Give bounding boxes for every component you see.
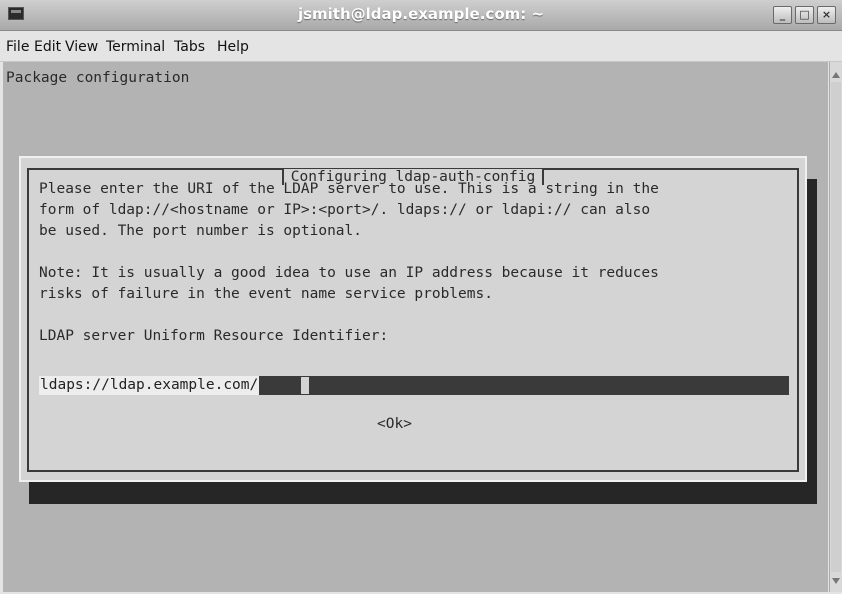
title-bar[interactable]: jsmith@ldap.example.com: ~ _ □ × [0, 0, 842, 31]
menu-view[interactable]: View [65, 39, 98, 55]
menu-terminal[interactable]: Terminal [106, 39, 165, 55]
text-cursor [301, 377, 309, 394]
terminal-area[interactable]: Package configuration Configuring ldap-a… [3, 62, 828, 592]
minimize-button[interactable]: _ [773, 6, 792, 24]
dialog-description: Please enter the URI of the LDAP server … [39, 181, 659, 239]
scroll-up-icon[interactable] [832, 72, 840, 78]
menu-file[interactable]: File [6, 39, 29, 55]
vertical-scrollbar[interactable] [829, 62, 842, 592]
scroll-down-icon[interactable] [832, 578, 840, 584]
terminal-window: jsmith@ldap.example.com: ~ _ □ × File Ed… [0, 0, 842, 594]
menu-edit[interactable]: Edit [34, 39, 61, 55]
dialog-note: Note: It is usually a good idea to use a… [39, 265, 659, 302]
ok-button[interactable]: <Ok> [377, 416, 412, 432]
menu-tabs[interactable]: Tabs [174, 39, 205, 55]
package-configuration-heading: Package configuration [6, 70, 190, 86]
close-button[interactable]: × [817, 6, 836, 24]
ldap-uri-value: ldaps://ldap.example.com/ [39, 376, 260, 395]
config-dialog: Configuring ldap-auth-config Please ente… [19, 156, 807, 482]
ldap-uri-input[interactable]: ldaps://ldap.example.com/ [39, 376, 789, 395]
scroll-thumb[interactable] [831, 82, 841, 572]
uri-prompt-label: LDAP server Uniform Resource Identifier: [39, 328, 389, 344]
window-title: jsmith@ldap.example.com: ~ [297, 5, 545, 23]
menu-bar: File Edit View Terminal Tabs Help [0, 31, 842, 62]
maximize-button[interactable]: □ [795, 6, 814, 24]
menu-help[interactable]: Help [217, 39, 249, 55]
